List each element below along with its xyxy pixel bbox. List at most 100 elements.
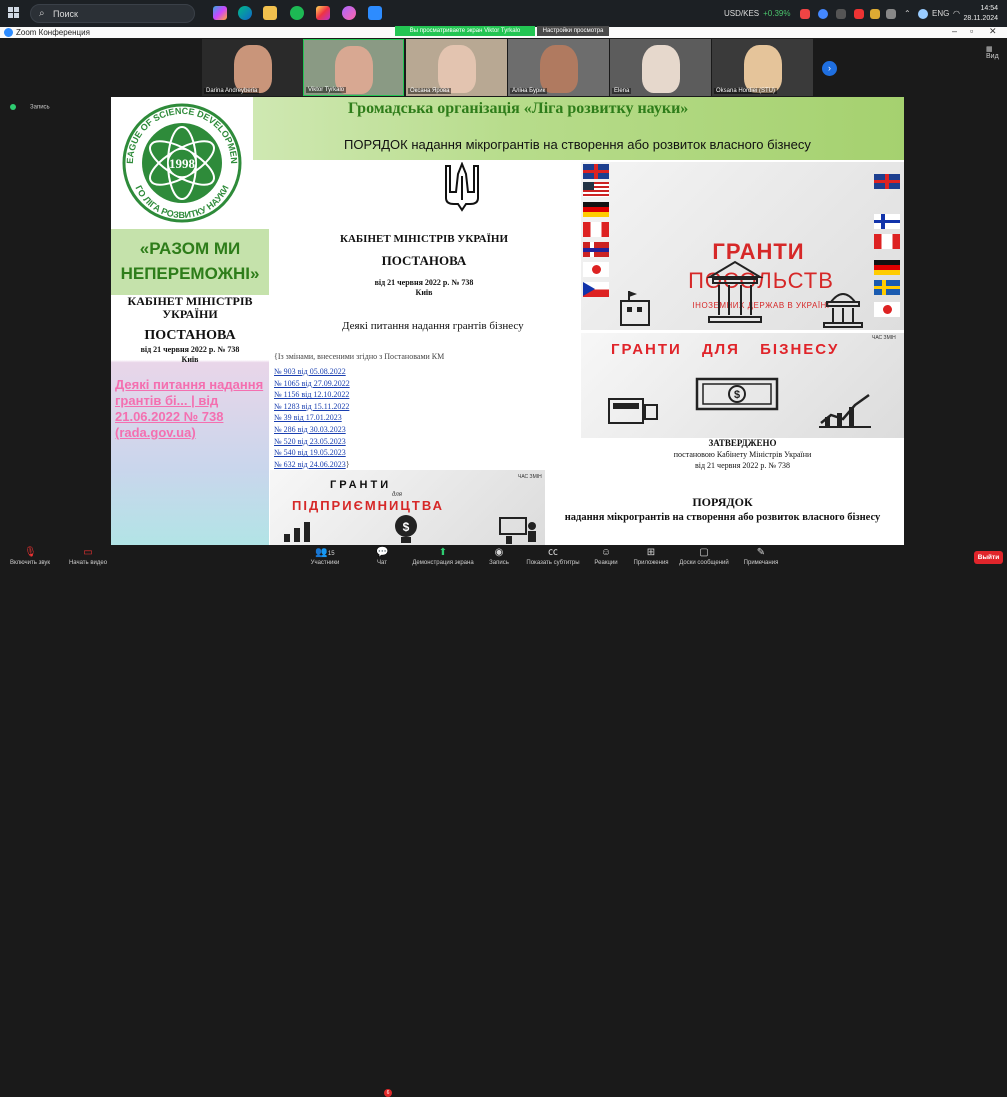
- maximize-icon[interactable]: ▫: [970, 26, 973, 36]
- canada-flag-icon: [583, 222, 609, 237]
- canada-flag-icon: [874, 234, 900, 249]
- participants-label: Участники: [310, 560, 340, 566]
- messenger-app-icon[interactable]: [342, 6, 356, 20]
- amendment-link[interactable]: № 632 від 24.06.2023: [274, 460, 346, 469]
- instagram-app-icon[interactable]: [316, 6, 330, 20]
- share-screen-button[interactable]: ⬆ Демонстрация экрана: [410, 547, 476, 566]
- language-indicator[interactable]: ENG: [932, 9, 949, 18]
- system-clock[interactable]: 14:54 28.11.2024: [963, 4, 998, 24]
- participant-tile[interactable]: Аліна Бурик: [508, 39, 609, 96]
- tray-app-icon[interactable]: [886, 9, 896, 19]
- clock-time: 14:54: [980, 5, 998, 12]
- recording-label: Запись: [30, 104, 50, 111]
- whiteboards-label: Доски сообщений: [679, 560, 729, 566]
- office-building-icon: [620, 291, 650, 326]
- resolution-date: від 21 червня 2022 р. № 738: [374, 278, 474, 287]
- reactions-label: Реакции: [594, 560, 618, 566]
- idea-bulb-icon: $: [395, 515, 417, 543]
- amendment-link[interactable]: № 520 від 23.05.2023: [274, 436, 350, 448]
- file-explorer-icon[interactable]: [263, 6, 277, 20]
- stock-ticker[interactable]: USD/KES +0.39%: [724, 9, 790, 18]
- notes-label: Примечания: [743, 560, 779, 566]
- tray-app-icon[interactable]: [800, 9, 810, 19]
- notes-icon: ✎: [756, 547, 766, 558]
- windows-start-icon[interactable]: [8, 7, 20, 19]
- grid-icon: ▦: [986, 46, 993, 53]
- spotify-app-icon[interactable]: [290, 6, 304, 20]
- participant-tile[interactable]: Оксана Ярова: [406, 39, 507, 96]
- leave-button[interactable]: Выйти: [974, 551, 1003, 564]
- participant-tile[interactable]: Oksana Hordiei (STU): [712, 39, 813, 96]
- resolution-city: Київ: [181, 355, 199, 364]
- record-label: Запись: [489, 560, 509, 566]
- entre-banner-line1: ГРАНТИ: [330, 479, 392, 491]
- growth-chart-icon: [819, 393, 871, 428]
- japan-flag-icon: [874, 302, 900, 317]
- order-title: ПОРЯДОК надання мікрогрантів на створенн…: [344, 137, 811, 152]
- ticker-symbol: USD/KES: [724, 9, 760, 18]
- apps-button[interactable]: ⊞ Приложения: [621, 547, 681, 566]
- resolution-subject: Деякі питання надання грантів бізнесу: [342, 320, 524, 332]
- svg-text:$: $: [734, 389, 740, 401]
- taskbar-search-input[interactable]: ⌕ Поиск: [30, 4, 195, 23]
- shared-screen: Громадська організація «Ліга розвитку на…: [111, 97, 904, 545]
- tray-app-icon[interactable]: [870, 9, 880, 19]
- unmute-button[interactable]: 🎙 Включить звук: [0, 547, 60, 566]
- closing-brace: }: [345, 459, 350, 469]
- close-icon[interactable]: ✕: [989, 26, 997, 37]
- meeting-toolbar: 🎙 Включить звук ▭ Начать видео 👥15 Участ…: [0, 545, 1007, 1097]
- participant-tile[interactable]: Viktor Tyrkalo: [303, 39, 404, 96]
- participant-name: Viktor Tyrkalo: [306, 87, 347, 93]
- next-participants-button[interactable]: ›: [822, 61, 837, 76]
- captions-label: Показать субтитры: [526, 560, 580, 566]
- clock-date: 28.11.2024: [963, 15, 998, 22]
- copilot-app-icon[interactable]: [213, 6, 227, 20]
- record-button[interactable]: ◉ Запись: [469, 547, 529, 566]
- tray-app-icon[interactable]: [818, 9, 828, 19]
- entrepreneurship-grants-banner: ГРАНТИ для ПІДПРИЄМНИЦТВА ЧАС ЗМІН $: [270, 470, 545, 545]
- zoom-app-icon[interactable]: [368, 6, 382, 20]
- start-video-button[interactable]: ▭ Начать видео: [58, 547, 118, 566]
- amendment-link[interactable]: № 540 від 19.05.2023: [274, 447, 350, 459]
- os-taskbar: ⌕ Поиск USD/KES +0.39% ⌃ ENG ◠ 14:54 28.1…: [0, 0, 1007, 27]
- whiteboards-button[interactable]: ▢ Доски сообщений: [674, 547, 734, 566]
- captions-button[interactable]: ㏄ Показать субтитры: [522, 547, 584, 566]
- participant-name: Oksana Hordiei (STU): [714, 88, 778, 94]
- banknote-icon: $: [695, 377, 779, 411]
- apps-label: Приложения: [633, 560, 669, 566]
- rada-link[interactable]: Деякі питання надання грантів бі... | ві…: [115, 377, 269, 441]
- chat-unread-badge: 6: [384, 1089, 392, 1097]
- resolution-date: від 21 червня 2022 р. № 738: [140, 345, 240, 354]
- capitol-icon: [823, 293, 863, 328]
- video-off-icon: ▭: [83, 547, 93, 558]
- cloud-icon[interactable]: [918, 9, 928, 19]
- amendment-link[interactable]: № 903 від 05.08.2022: [274, 366, 350, 378]
- amendment-link[interactable]: № 39 від 17.01.2023: [274, 412, 350, 424]
- slogan: «РАЗОМ МИ НЕПЕРЕМОЖНІ»: [111, 229, 269, 295]
- amendment-link[interactable]: № 1065 від 27.09.2022: [274, 378, 350, 390]
- resolution-heading: ПОСТАНОВА: [144, 328, 236, 343]
- amendment-link[interactable]: № 1283 від 15.11.2022: [274, 401, 350, 413]
- chat-button[interactable]: 💬 Чат: [352, 547, 412, 566]
- participant-name: Аліна Бурик: [510, 88, 548, 94]
- chevron-up-icon[interactable]: ⌃: [904, 9, 914, 19]
- notes-button[interactable]: ✎ Примечания: [731, 547, 791, 566]
- tray-app-icon[interactable]: [836, 9, 846, 19]
- amendment-link[interactable]: № 1156 від 12.10.2022: [274, 389, 350, 401]
- minimize-icon[interactable]: –: [952, 26, 957, 36]
- participants-button[interactable]: 👥15 Участники: [295, 547, 355, 566]
- league-logo-icon: LEAGUE OF SCIENCE DEVELOPMENT ГО ЛІГА РО…: [111, 97, 242, 223]
- view-button[interactable]: ▦ Вид: [986, 45, 1007, 60]
- chat-label: Чат: [377, 560, 387, 566]
- tray-app-icon[interactable]: [854, 9, 864, 19]
- wifi-icon[interactable]: ◠: [953, 9, 963, 19]
- edge-app-icon[interactable]: [238, 6, 252, 20]
- participant-tile[interactable]: Elena: [610, 39, 711, 96]
- view-settings-button[interactable]: Настройки просмотра: [537, 26, 609, 36]
- amendment-link[interactable]: № 286 від 30.03.2023: [274, 424, 350, 436]
- search-placeholder: Поиск: [53, 9, 78, 19]
- mic-off-icon: 🎙: [24, 547, 37, 558]
- participant-tile[interactable]: Darina Andreyberia: [202, 39, 303, 96]
- order-block-title: ПОРЯДОК: [692, 495, 753, 509]
- participant-video: [641, 45, 680, 93]
